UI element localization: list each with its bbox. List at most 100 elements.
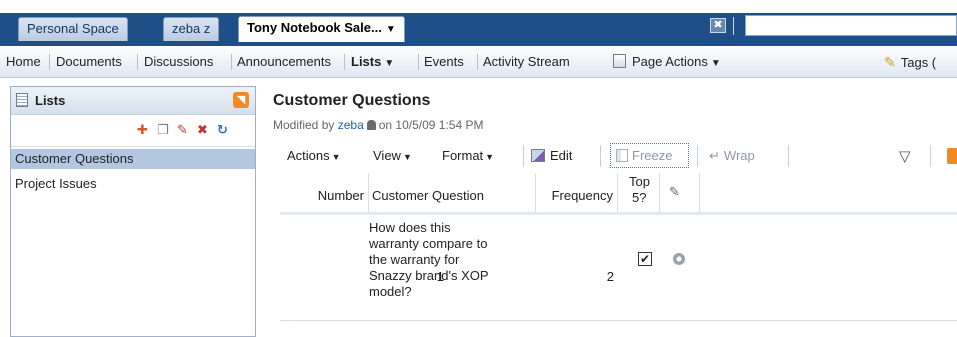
list-item-customer-questions[interactable]: Customer Questions — [11, 149, 255, 169]
question-line: How does this — [369, 220, 451, 235]
nav-home[interactable]: Home — [6, 54, 41, 69]
column-question-label: Customer Question — [372, 188, 484, 203]
nav-lists[interactable]: Lists ▼ — [351, 54, 394, 69]
wrap-label: Wrap — [723, 148, 755, 163]
edit-icon — [531, 149, 545, 162]
chevron-down-icon: ▼ — [384, 58, 395, 69]
column-header-top5[interactable]: Top 5? — [618, 173, 660, 213]
list-item-project-issues[interactable]: Project Issues — [11, 174, 255, 194]
column-frequency-label: Frequency — [551, 188, 613, 203]
view-menu[interactable]: View ▼ — [373, 148, 412, 163]
chevron-down-icon[interactable]: ▼ — [386, 24, 396, 35]
divider — [600, 145, 601, 167]
chevron-down-icon: ▼ — [331, 152, 341, 162]
chevron-down-icon: ▼ — [710, 58, 721, 69]
chevron-down-icon: ▼ — [485, 152, 495, 162]
cell-frequency: 2 — [606, 269, 614, 284]
edit-button[interactable]: Edit — [531, 148, 572, 163]
lists-toolbar: ✚ ❐ ✎ ✖ ↻ — [11, 115, 255, 147]
modified-info: Modified by zeba on 10/5/09 1:54 PM — [273, 118, 484, 132]
view-label: View — [373, 148, 401, 163]
nav-documents[interactable]: Documents — [56, 54, 122, 69]
actions-label: Actions — [287, 148, 330, 163]
divider — [231, 54, 232, 70]
space-nav-bar: Home Documents Discussions Announcements… — [0, 46, 957, 78]
divider — [49, 54, 50, 70]
divider — [930, 145, 931, 167]
format-menu[interactable]: Format ▼ — [442, 148, 494, 163]
question-line: model? — [369, 284, 412, 299]
list-icon — [16, 93, 28, 107]
divider — [477, 54, 478, 70]
actions-menu[interactable]: Actions ▼ — [287, 148, 341, 163]
portal-tab-bar: Personal Space zeba z Tony Notebook Sale… — [0, 0, 957, 46]
divider — [733, 17, 734, 35]
search-input[interactable] — [745, 15, 957, 36]
tags-label: Tags ( — [900, 55, 937, 70]
freeze-icon — [616, 149, 628, 162]
close-icon[interactable]: ✖ — [710, 18, 726, 33]
divider — [788, 145, 789, 167]
divider — [523, 145, 524, 167]
refresh-icon[interactable]: ↻ — [217, 123, 228, 137]
tag-icon: ✎ — [884, 54, 896, 70]
column-header-question[interactable]: Customer Question — [369, 173, 536, 213]
page-actions-menu[interactable]: Page Actions ▼ — [613, 54, 721, 69]
row-divider — [280, 320, 957, 321]
attachment-icon[interactable] — [673, 253, 685, 265]
freeze-button[interactable]: Freeze — [616, 148, 672, 163]
list-table: Number Customer Question Frequency Top 5… — [268, 173, 957, 323]
nav-discussions[interactable]: Discussions — [144, 54, 213, 69]
format-label: Format — [442, 148, 484, 163]
nav-events[interactable]: Events — [424, 54, 464, 69]
copy-icon[interactable]: ❐ — [157, 123, 169, 137]
freeze-label: Freeze — [632, 148, 673, 163]
chevron-down-icon: ▼ — [402, 152, 412, 162]
rss-icon[interactable] — [947, 148, 957, 164]
nav-announcements[interactable]: Announcements — [237, 54, 331, 69]
divider — [344, 54, 345, 70]
modified-date: on 10/5/09 1:54 PM — [378, 118, 484, 132]
paperclip-icon: ✎ — [669, 184, 680, 199]
question-line: Snazzy brand's XOP — [369, 268, 489, 283]
tab-personal-space[interactable]: Personal Space — [18, 17, 128, 41]
page-actions-label: Page Actions — [632, 54, 708, 69]
modified-prefix: Modified by — [273, 118, 335, 132]
divider — [137, 54, 138, 70]
column-header-number[interactable]: Number — [280, 173, 369, 213]
tab-label: Tony Notebook Sale... — [247, 20, 382, 35]
divider — [697, 145, 698, 167]
nav-lists-label: Lists — [351, 54, 382, 69]
lists-panel-title: Lists — [35, 93, 66, 108]
user-icon — [366, 120, 376, 130]
top5-checkbox[interactable]: ✔ — [638, 252, 652, 266]
add-icon[interactable]: ✚ — [137, 123, 148, 137]
column-header-attachment[interactable]: ✎ — [660, 173, 700, 213]
question-line: the warranty for — [369, 252, 460, 267]
cell-question: How does this warranty compare to the wa… — [369, 220, 489, 300]
tab-tony-notebook-sale[interactable]: Tony Notebook Sale... ▼ — [238, 16, 405, 42]
column-header-frequency[interactable]: Frequency — [536, 173, 618, 213]
top-stripe — [0, 0, 957, 13]
tab-zeba-z[interactable]: zeba z — [163, 17, 220, 41]
edit-icon[interactable]: ✎ — [177, 123, 188, 137]
nav-activity-stream[interactable]: Activity Stream — [483, 54, 570, 69]
column-top5-line2: 5? — [632, 190, 647, 205]
modified-user-link[interactable]: zeba — [338, 118, 364, 132]
delete-icon[interactable]: ✖ — [197, 123, 208, 137]
table-header: Number Customer Question Frequency Top 5… — [280, 173, 957, 215]
page-actions-icon — [613, 54, 626, 68]
wrap-icon: ↵ — [709, 148, 720, 163]
filter-icon[interactable]: ▽ — [899, 147, 911, 165]
tags-menu[interactable]: ✎ Tags ( — [884, 54, 936, 71]
divider — [418, 54, 419, 70]
column-top5-line1: Top — [629, 174, 650, 189]
lists-panel: Lists ◥ ✚ ❐ ✎ ✖ ↻ Customer Questions Pro… — [10, 86, 256, 337]
list-toolbar: Actions ▼ View ▼ Format ▼ Edit Freeze ↵ Wrap… — [283, 143, 957, 173]
column-number-label: Number — [317, 188, 364, 203]
wrap-button[interactable]: ↵ Wrap — [709, 148, 755, 164]
rss-icon[interactable]: ◥ — [233, 92, 249, 108]
lists-panel-header: Lists ◥ — [11, 87, 255, 115]
edit-label: Edit — [550, 148, 573, 163]
page-title: Customer Questions — [273, 92, 431, 109]
